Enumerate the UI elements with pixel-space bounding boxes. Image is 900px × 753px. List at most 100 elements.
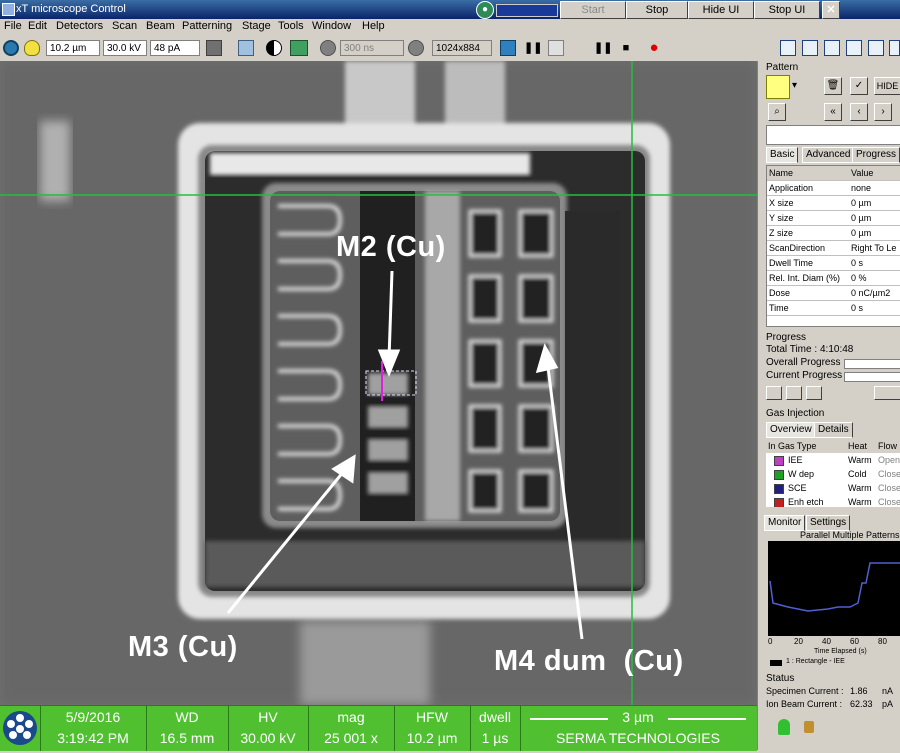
panel-icon-1[interactable] [780,40,796,56]
contrast-icon[interactable] [266,40,282,56]
snapshot-icon[interactable] [500,40,516,56]
gas-flow: Close [878,469,900,479]
prop-value: 0 µm [851,198,872,208]
zoom-icon[interactable]: ⌕ [768,103,786,121]
prop-value: 0 s [851,303,864,313]
ion-beam-current-label: Ion Beam Current : [766,699,843,709]
resolution-toggle-icon[interactable] [408,40,424,56]
tab-monitor[interactable]: Monitor [764,515,806,531]
panel-icon-6[interactable] [889,40,900,56]
progress-skip-icon[interactable] [806,386,822,400]
progress-title: Progress [766,332,807,343]
video-icon[interactable] [290,40,308,56]
hfw-value: 10.2 µm [406,730,458,746]
menu-patterning[interactable]: Patterning [182,20,232,32]
table-row[interactable]: Time 0 s [767,301,900,316]
prop-name: Application [769,183,814,193]
panel-icon-4[interactable] [846,40,862,56]
resolution-field[interactable]: 1024x884 [432,40,492,56]
stop-button[interactable]: Stop [626,1,688,19]
tab-gas-details[interactable]: Details [814,422,853,438]
hide-ui-button[interactable]: Hide UI [688,1,754,19]
menu-beam[interactable]: Beam [146,20,175,32]
hide-button[interactable]: HIDE [874,77,900,95]
table-row[interactable]: Dose 0 nC/µm2 [767,286,900,301]
time-value: 3:19:42 PM [57,730,129,746]
prev-icon[interactable]: ‹ [850,103,868,121]
prop-name: Y size [769,213,794,223]
menu-scan[interactable]: Scan [112,20,137,32]
menu-edit[interactable]: Edit [28,20,47,32]
microscope-image[interactable]: M2 (Cu) M3 (Cu) M4 dum (Cu) [0,61,757,705]
annotation-m2: M2 (Cu) [336,231,446,263]
gas-row[interactable]: IEE Warm Open [766,453,900,467]
pattern-pause-icon[interactable]: ❚❚ [594,40,612,56]
progress-action-icon[interactable] [874,386,900,400]
monitor-xtick-4: 80 [878,637,887,646]
table-row[interactable]: Rel. Int. Diam (%) 0 % [767,271,900,286]
panel-icon-3[interactable] [824,40,840,56]
menu-window[interactable]: Window [312,20,351,32]
menu-help[interactable]: Help [362,20,385,32]
stop-ui-button[interactable]: Stop UI [754,1,820,19]
next-icon[interactable]: › [874,103,892,121]
tab-gas-overview[interactable]: Overview [766,422,816,438]
gas-color-icon [774,498,784,507]
pause-icon[interactable]: ❚❚ [524,40,542,56]
gas-table: In Gas Type Heat Flow IEE Warm Open W de… [766,439,900,507]
hfw-field[interactable]: 10.2 µm [46,40,100,56]
total-time-value: 4:10:48 [820,344,854,355]
table-row[interactable]: X size 0 µm [767,196,900,211]
table-row[interactable]: Application none [767,181,900,196]
menu-tools[interactable]: Tools [278,20,304,32]
prop-value: 0 nC/µm2 [851,288,891,298]
beam-icon[interactable] [3,40,19,56]
menu-stage[interactable]: Stage [242,20,271,32]
pattern-name-field[interactable] [766,125,900,145]
progress-prev-icon[interactable] [766,386,782,400]
monitor-xtick-2: 40 [822,637,831,646]
progress-next-icon[interactable] [786,386,802,400]
prop-name: X size [769,198,794,208]
gas-header: In Gas Type Heat Flow [766,439,900,453]
gas-row[interactable]: SCE Warm Close [766,481,900,495]
tab-progress[interactable]: Progress [852,147,900,163]
hv-field[interactable]: 30.0 kV [103,40,147,56]
table-row[interactable]: ScanDirection Right To Le [767,241,900,256]
beam-current-field[interactable]: 48 pA [150,40,200,56]
ion-beam-current-unit: pA [882,699,894,709]
lightbulb-icon[interactable] [24,40,40,56]
current-progress-bar [844,372,900,382]
dwell-toggle-icon[interactable] [320,40,336,56]
tab-settings[interactable]: Settings [806,515,851,531]
pattern-stop-icon[interactable]: ■ [618,40,634,56]
annotation-m3: M3 (Cu) [128,631,238,663]
gas-row[interactable]: Enh etch Warm Close [766,495,900,507]
record-icon[interactable]: ● [646,40,662,56]
panel-icon-2[interactable] [802,40,818,56]
tab-basic[interactable]: Basic [766,147,799,163]
panel-icon-5[interactable] [868,40,884,56]
stage-icon-cell [0,706,41,751]
filter-icon[interactable] [548,40,564,56]
tab-advanced[interactable]: Advanced [802,147,855,163]
table-row[interactable]: Y size 0 µm [767,211,900,226]
pattern-shape-icon[interactable] [766,75,790,99]
check-icon[interactable]: ✓ [850,77,868,95]
menu-detectors[interactable]: Detectors [56,20,103,32]
legend-swatch [770,660,782,666]
activity-progress-bar [496,4,558,17]
menu-file[interactable]: File [4,20,22,32]
flask-icon[interactable] [238,40,254,56]
hfw-cell: HFW 10.2 µm [394,706,471,751]
stop-square-icon[interactable] [206,40,222,56]
chevron-down-icon[interactable]: ▾ [792,80,797,91]
close-icon[interactable]: ✕ [822,1,840,19]
table-row[interactable]: Z size 0 µm [767,226,900,241]
dwell-field[interactable]: 300 ns [340,40,404,56]
gas-row[interactable]: W dep Cold Close [766,467,900,481]
first-icon[interactable]: « [824,103,842,121]
start-button[interactable]: Start [560,1,626,19]
table-row[interactable]: Dwell Time 0 s [767,256,900,271]
trash-icon[interactable]: 🗑 [824,77,842,95]
